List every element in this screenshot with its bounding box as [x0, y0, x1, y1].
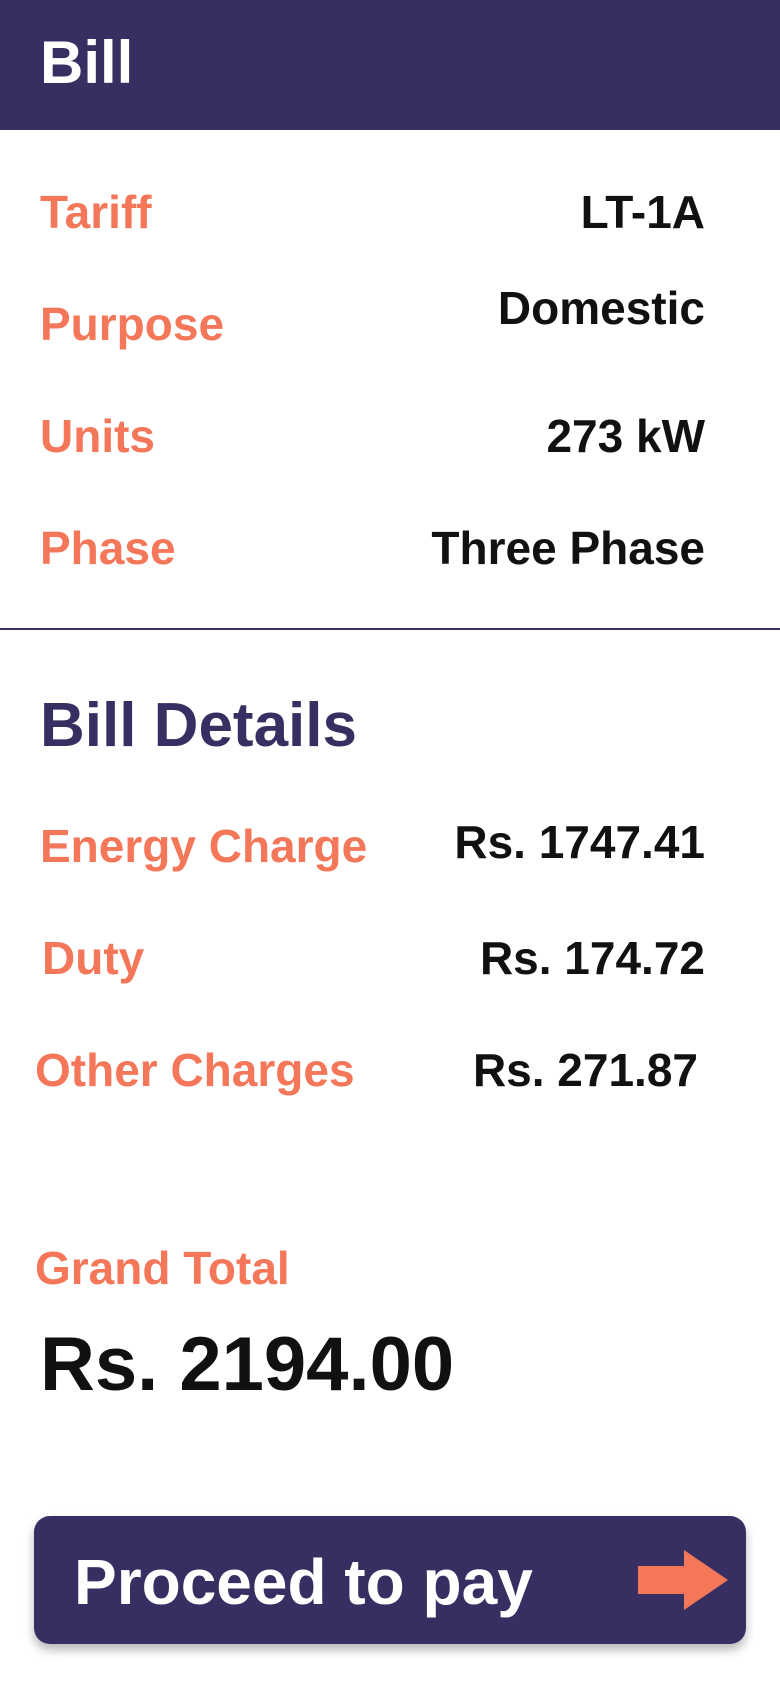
- duty-value: Rs. 174.72: [479, 932, 705, 984]
- duty-label: Duty: [42, 932, 145, 984]
- proceed-to-pay-label: Proceed to pay: [74, 1546, 533, 1618]
- phase-label: Phase: [40, 522, 176, 574]
- app-bar: Bill: [0, 0, 780, 130]
- units-label: Units: [40, 410, 155, 462]
- arrow-right-icon: [638, 1550, 728, 1610]
- page-title: Bill: [40, 29, 134, 96]
- units-value: 273 kW: [546, 410, 705, 462]
- grand-total-value: Rs. 2194.00: [40, 1322, 455, 1407]
- energy-charge-value: Rs. 1747.41: [454, 816, 705, 868]
- other-charges-label: Other Charges: [35, 1044, 355, 1096]
- proceed-to-pay-button[interactable]: Proceed to pay: [34, 1516, 746, 1644]
- other-charges-value: Rs. 271.87: [472, 1044, 698, 1096]
- grand-total-label: Grand Total: [35, 1242, 290, 1294]
- bill-screen: Bill Tariff LT-1A Purpose Domestic Units…: [0, 0, 780, 1688]
- purpose-value: Domestic: [497, 282, 705, 334]
- bill-details-title: Bill Details: [40, 691, 357, 760]
- tariff-value: LT-1A: [580, 186, 705, 238]
- phase-value: Three Phase: [431, 522, 705, 574]
- section-divider: [0, 628, 780, 630]
- purpose-label: Purpose: [40, 298, 225, 350]
- energy-charge-label: Energy Charge: [40, 820, 368, 872]
- tariff-label: Tariff: [40, 186, 152, 238]
